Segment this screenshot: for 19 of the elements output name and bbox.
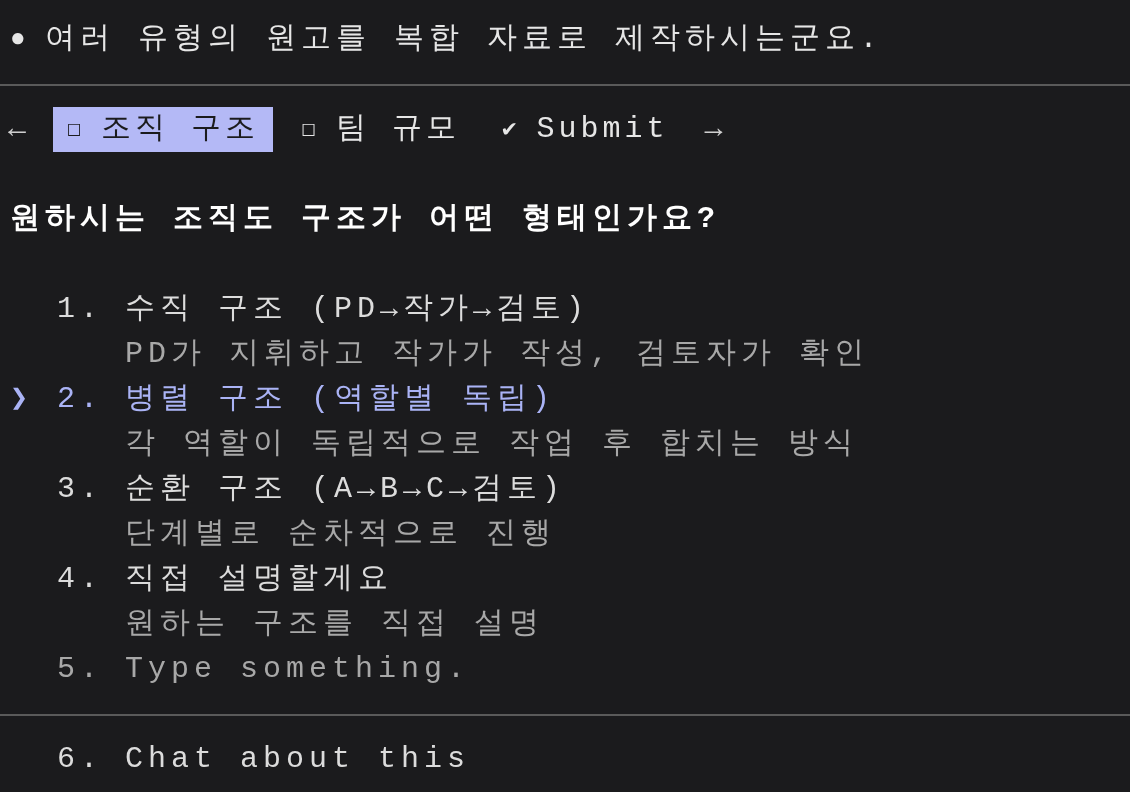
question-text: 원하시는 조직도 구조가 어떤 형태인가요? <box>10 201 720 238</box>
next-arrow[interactable]: → <box>704 107 728 152</box>
message-text: 여러 유형의 원고를 복합 자료로 제작하시는군요. <box>44 21 883 58</box>
option-description: 원하는 구조를 직접 설명 <box>125 606 544 643</box>
option-item[interactable]: 6. Chat about this <box>57 737 471 782</box>
option-description: 단계별로 순차적으로 진행 <box>125 516 556 553</box>
option-item[interactable]: 5. Type something. <box>57 647 471 692</box>
option-description: PD가 지휘하고 작가가 작성, 검토자가 확인 <box>125 336 870 373</box>
selection-cursor: ❯ <box>10 382 34 416</box>
option-item[interactable]: 4. 직접 설명할게요 <box>57 557 394 602</box>
tab[interactable]: ☐ 팀 규모 <box>287 107 474 152</box>
option-item[interactable]: 2. 병렬 구조 (역할별 독립) <box>57 377 556 422</box>
prev-arrow[interactable]: ← <box>8 107 31 152</box>
option-item[interactable]: 1. 수직 구조 (PD→작가→검토) <box>57 287 590 332</box>
option-item[interactable]: 3. 순환 구조 (A→B→C→검토) <box>57 467 566 512</box>
bullet-icon: ● <box>10 17 31 62</box>
tab[interactable]: ✔ Submit <box>487 107 683 152</box>
tab[interactable]: ☐ 조직 구조 <box>53 107 274 152</box>
option-description: 각 역할이 독립적으로 작업 후 합치는 방식 <box>125 426 859 463</box>
